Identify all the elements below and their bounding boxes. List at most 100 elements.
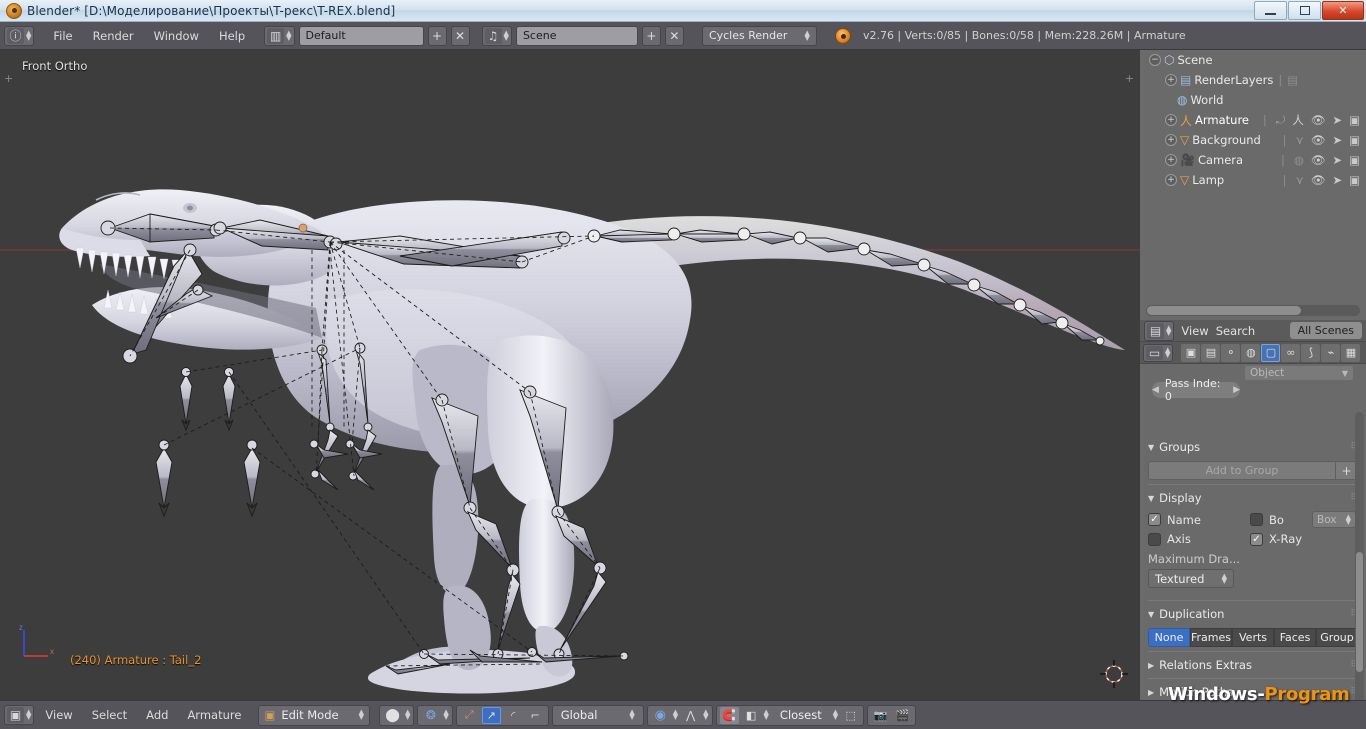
camera-icon[interactable]: ▣: [1349, 173, 1360, 187]
dup-option-none[interactable]: None: [1148, 628, 1190, 647]
context-switcher[interactable]: ▭ ▲▼: [1143, 344, 1173, 362]
scene-name-field[interactable]: Scene: [516, 26, 638, 46]
snap-peel-icon[interactable]: ⬚: [841, 707, 860, 724]
scrollbar-thumb[interactable]: [1356, 552, 1363, 672]
manipulator-toggle-icon[interactable]: ⤢: [460, 707, 479, 724]
maximize-button[interactable]: [1288, 1, 1321, 20]
dup-option-verts[interactable]: Verts: [1232, 628, 1274, 647]
delete-scene-button[interactable]: ✕: [665, 26, 684, 46]
delete-screen-button[interactable]: ✕: [451, 26, 470, 46]
outliner-row-renderlayers[interactable]: + ▤ RenderLayers | ▤: [1140, 70, 1366, 90]
eye-icon[interactable]: 👁: [1311, 113, 1326, 127]
transform-orientation-dropdown[interactable]: Global ▲▼: [552, 705, 644, 726]
outliner-row-world[interactable]: ◍ World: [1140, 90, 1366, 110]
properties-breadcrumb[interactable]: Object ▼: [1245, 366, 1353, 380]
cursor-icon[interactable]: ➤: [1332, 133, 1342, 147]
outliner-row-camera[interactable]: + 🎥 Camera | ◍ 👁 ➤ ▣: [1140, 150, 1366, 170]
eye-icon[interactable]: 👁: [1311, 153, 1326, 167]
armature-data-icon[interactable]: 人: [1292, 112, 1304, 128]
outliner-row-armature[interactable]: + 人 Armature | ⤾ 人 👁 ➤ ▣: [1140, 110, 1366, 130]
proportional-edit-dropdown[interactable]: ◉ ▲▼ ⋀ ▲▼: [647, 705, 713, 726]
minimize-button[interactable]: [1254, 1, 1287, 20]
bone-tab[interactable]: ⌁: [1321, 344, 1340, 362]
properties-vertical-scrollbar[interactable]: [1355, 412, 1364, 712]
axis-checkbox[interactable]: [1148, 533, 1161, 546]
editor-type-selector-view3d[interactable]: ▣ ▲▼: [4, 705, 34, 725]
menu-view[interactable]: View: [37, 706, 80, 724]
cursor-icon[interactable]: ➤: [1332, 173, 1342, 187]
render-engine-dropdown[interactable]: Cycles Render ▲▼: [702, 26, 817, 46]
interaction-mode-dropdown[interactable]: ▣ Edit Mode ▲▼: [258, 705, 370, 726]
xray-checkbox[interactable]: ✓: [1250, 533, 1263, 546]
add-screen-button[interactable]: +: [428, 26, 447, 46]
editor-type-selector-info[interactable]: ⓘ ▲▼: [4, 26, 34, 46]
xray-checkbox-group[interactable]: ✓ X-Ray: [1250, 532, 1346, 546]
properties-menu-view[interactable]: View: [1181, 324, 1208, 338]
name-checkbox[interactable]: ✓: [1148, 513, 1161, 526]
eye-icon[interactable]: 👁: [1311, 173, 1326, 187]
world-tab[interactable]: ◍: [1241, 344, 1260, 362]
outliner-row-lamp[interactable]: + ▽ Lamp | ⋎ 👁 ➤ ▣: [1140, 170, 1366, 190]
expand-toggle-icon[interactable]: +: [1165, 174, 1177, 186]
dup-option-faces[interactable]: Faces: [1274, 628, 1316, 647]
pivot-point-dropdown[interactable]: ❂ ▲▼: [417, 705, 452, 726]
menu-file[interactable]: File: [44, 27, 81, 45]
menu-select[interactable]: Select: [84, 706, 135, 724]
camera-icon[interactable]: ▣: [1349, 133, 1360, 147]
expand-toggle-icon[interactable]: +: [1165, 154, 1177, 166]
lamp-data-icon[interactable]: ⋎: [1295, 173, 1303, 187]
display-panel-header[interactable]: ▼ Display ⠿: [1148, 489, 1358, 507]
axis-checkbox-group[interactable]: Axis: [1148, 532, 1244, 546]
menu-help[interactable]: Help: [210, 27, 254, 45]
bo-checkbox-group[interactable]: Bo: [1250, 513, 1306, 527]
render-image-icon[interactable]: 📷: [871, 707, 890, 724]
menu-armature[interactable]: Armature: [179, 706, 249, 724]
constraints-tab[interactable]: ∞: [1281, 344, 1300, 362]
armature-data-tab[interactable]: ⟆: [1301, 344, 1320, 362]
render-animation-icon[interactable]: 🎬: [893, 707, 912, 724]
add-to-group-button[interactable]: Add to Group: [1148, 461, 1336, 480]
menu-window[interactable]: Window: [145, 27, 208, 45]
texture-tab[interactable]: ▦: [1341, 344, 1360, 362]
dup-option-frames[interactable]: Frames: [1190, 628, 1232, 647]
scrollbar-thumb[interactable]: [1147, 306, 1301, 315]
translate-manip-icon[interactable]: ↗: [482, 707, 501, 724]
expand-toggle-icon[interactable]: −: [1149, 54, 1161, 66]
max-draw-type-dropdown[interactable]: Textured ▲▼: [1148, 569, 1234, 588]
bounds-type-dropdown[interactable]: Box ▲▼: [1312, 511, 1356, 528]
decrement-icon[interactable]: ◀: [1152, 385, 1159, 395]
scope-selector[interactable]: All Scenes: [1290, 322, 1362, 339]
name-checkbox-group[interactable]: ✓ Name: [1148, 513, 1244, 527]
proportional-edit-icon[interactable]: ◉: [651, 707, 670, 724]
editor-type-selector-properties[interactable]: ▤ ▲▼: [1144, 321, 1174, 341]
duplication-panel-header[interactable]: ▼ Duplication ⠿: [1148, 605, 1358, 623]
cursor-icon[interactable]: ➤: [1332, 153, 1342, 167]
screen-layout-icon-box[interactable]: ▥ ▲▼: [264, 26, 294, 46]
render-tab[interactable]: ▣: [1181, 344, 1200, 362]
snap-target-label[interactable]: Closest: [772, 708, 830, 722]
renderlayer-data-icon[interactable]: ▤: [1287, 73, 1298, 87]
close-button[interactable]: ✕: [1322, 1, 1364, 20]
rotate-manip-icon[interactable]: ◜: [504, 707, 523, 724]
pass-index-field[interactable]: ◀ Pass Inde: 0 ▶: [1152, 382, 1240, 398]
camera-icon[interactable]: ▣: [1349, 153, 1360, 167]
dup-option-group[interactable]: Group: [1316, 628, 1358, 647]
screen-layout-field[interactable]: Default: [299, 26, 424, 46]
relations-extras-panel[interactable]: ▶ Relations Extras ⠿: [1148, 651, 1358, 674]
falloff-icon[interactable]: ⋀: [681, 707, 700, 724]
properties-menu-search[interactable]: Search: [1216, 324, 1256, 338]
snap-element-icon[interactable]: ◧: [742, 707, 761, 724]
render-layers-tab[interactable]: ▤: [1201, 344, 1220, 362]
cursor-icon[interactable]: ➤: [1332, 113, 1342, 127]
relations-extras-header[interactable]: ▶ Relations Extras ⠿: [1148, 656, 1358, 674]
menu-render[interactable]: Render: [84, 27, 143, 45]
increment-icon[interactable]: ▶: [1233, 385, 1240, 395]
scene-browse-box[interactable]: ♫ ▲▼: [482, 26, 512, 46]
outliner-row-scene[interactable]: − ⬡ Scene: [1140, 50, 1366, 70]
properties-region-expand-icon[interactable]: +: [1125, 72, 1134, 85]
pose-icon[interactable]: ⤾: [1276, 113, 1286, 128]
viewport-shading-dropdown[interactable]: ⬤ ▲▼: [379, 705, 414, 726]
eye-icon[interactable]: 👁: [1311, 133, 1326, 147]
mesh-data-icon[interactable]: ⋎: [1295, 133, 1303, 147]
camera-data-icon[interactable]: ◍: [1294, 153, 1304, 167]
